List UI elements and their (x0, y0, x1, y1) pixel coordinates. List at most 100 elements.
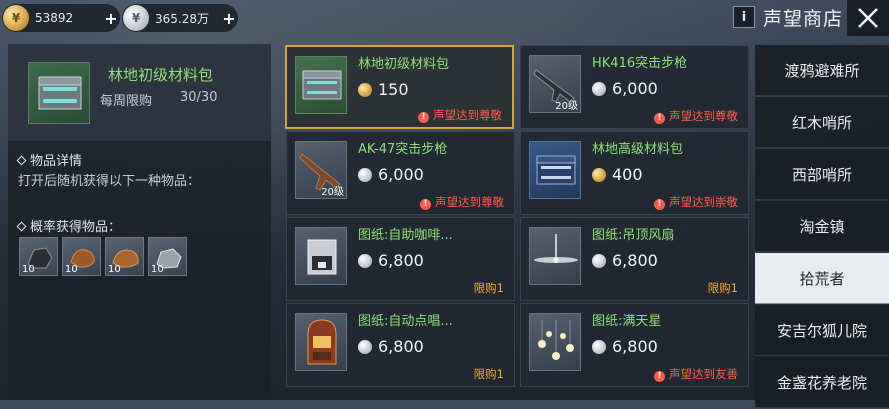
item-card[interactable]: 图纸:吊顶风扇 6,800 限购1 (520, 217, 749, 301)
tab-scavengers[interactable]: 拾荒者 (755, 253, 889, 304)
close-button[interactable] (847, 0, 889, 36)
section-detail-title-text: 物品详情 (30, 154, 83, 169)
drop-qty: 10 (108, 264, 121, 275)
requirement-note: ! 声望达到友善 (654, 366, 738, 382)
item-price: 6,000 (592, 79, 658, 98)
item-name: 图纸:自动点唱... (358, 314, 453, 329)
ceiling-fan-icon (529, 227, 581, 285)
drop-item-ore[interactable]: 10 (19, 237, 58, 276)
section-drops-title-text: 概率获得物品： (30, 220, 122, 235)
silver-value: 365.28万 (155, 11, 209, 26)
warning-icon: ! (654, 113, 665, 124)
item-name: 林地高级材料包 (592, 142, 684, 157)
item-detail-panel: 林地初级材料包 每周限购 30/30 物品详情 打开后随机获得以下一种物品： 概… (8, 44, 271, 400)
item-card[interactable]: 20级 AK-47突击步枪 6,000 ! 声望达到尊敬 (286, 131, 515, 215)
gold-coin-icon (358, 82, 372, 97)
coffee-machine-icon (295, 227, 347, 285)
drop-items-list: 10 10 10 10 (19, 237, 187, 276)
price-value: 6,800 (378, 251, 424, 270)
item-price: 6,000 (358, 165, 424, 184)
item-name: HK416突击步枪 (592, 56, 688, 71)
item-card[interactable]: 林地初级材料包 150 ! 声望达到尊敬 (285, 45, 514, 129)
silver-coin-icon: ¥ (123, 5, 149, 31)
item-card[interactable]: 20级 HK416突击步枪 6,000 ! 声望达到尊敬 (520, 45, 749, 129)
shop-category-tabs: 渡鸦避难所 红木哨所 西部哨所 淘金镇 拾荒者 安吉尔狐儿院 金盏花养老院 (755, 45, 889, 409)
section-drops-title: 概率获得物品： (16, 216, 122, 235)
item-price: 150 (358, 80, 409, 99)
section-detail-title: 物品详情 (16, 150, 83, 169)
price-value: 6,000 (612, 79, 658, 98)
requirement-text: 声望达到友善 (669, 367, 738, 381)
price-value: 400 (612, 165, 643, 184)
price-value: 6,800 (612, 251, 658, 270)
silver-currency-display: ¥ 365.28万 + (122, 4, 238, 32)
tab-gold-town[interactable]: 淘金镇 (755, 201, 889, 252)
purchase-limit-note: 限购1 (473, 367, 504, 381)
material-pack-icon (295, 56, 347, 114)
section-detail-text: 打开后随机获得以下一种物品： (18, 174, 201, 189)
price-value: 6,800 (378, 337, 424, 356)
item-card[interactable]: 林地高级材料包 400 ! 声望达到崇敬 (520, 131, 749, 215)
material-pack-icon (529, 141, 581, 199)
drop-qty: 10 (65, 264, 78, 275)
price-value: 150 (378, 80, 409, 99)
silver-coin-icon (592, 339, 606, 354)
requirement-text: 声望达到尊敬 (435, 195, 504, 209)
warning-icon: ! (418, 112, 429, 123)
drop-item-stone[interactable]: 10 (148, 237, 187, 276)
info-button[interactable]: i (732, 6, 755, 28)
rifle-icon: 20级 (529, 55, 581, 113)
requirement-text: 声望达到崇敬 (669, 195, 738, 209)
item-price: 6,800 (358, 251, 424, 270)
diamond-icon (16, 155, 27, 166)
shop-header: i 声望商店 (732, 2, 843, 32)
gold-currency-display: ¥ 53892 + (2, 4, 120, 32)
item-price: 400 (592, 165, 643, 184)
silver-coin-icon (592, 81, 606, 96)
item-name: AK-47突击步枪 (358, 142, 448, 157)
material-pack-icon (28, 62, 90, 124)
item-name: 图纸:满天星 (592, 314, 662, 329)
item-name: 图纸:自助咖啡... (358, 228, 453, 243)
diamond-icon (16, 221, 27, 232)
warning-icon: ! (654, 199, 665, 210)
tab-angel-orphanage[interactable]: 安吉尔狐儿院 (755, 305, 889, 356)
warning-icon: ! (420, 199, 431, 210)
add-gold-button[interactable]: + (102, 9, 120, 28)
requirement-note: ! 声望达到尊敬 (654, 108, 738, 124)
requirement-note: ! 声望达到尊敬 (418, 107, 502, 123)
drop-item-hide[interactable]: 10 (62, 237, 101, 276)
item-card[interactable]: 图纸:自动点唱... 6,800 限购1 (286, 303, 515, 387)
gold-coin-icon (592, 167, 606, 182)
detail-header: 林地初级材料包 每周限购 30/30 (8, 44, 271, 141)
tab-raven-shelter[interactable]: 渡鸦避难所 (755, 45, 889, 96)
drop-qty: 10 (151, 264, 164, 275)
price-value: 6,000 (378, 165, 424, 184)
item-level: 20级 (321, 187, 344, 198)
drop-item-leather[interactable]: 10 (105, 237, 144, 276)
rifle-icon: 20级 (295, 141, 347, 199)
tab-western-outpost[interactable]: 西部哨所 (755, 149, 889, 200)
tab-redwood-outpost[interactable]: 红木哨所 (755, 97, 889, 148)
item-name: 林地初级材料包 (358, 57, 450, 72)
item-card[interactable]: 图纸:自助咖啡... 6,800 限购1 (286, 217, 515, 301)
purchase-limit-note: 限购1 (707, 281, 738, 295)
add-silver-button[interactable]: + (220, 9, 238, 28)
price-value: 6,800 (612, 337, 658, 356)
detail-limit-label: 每周限购 (100, 94, 153, 109)
requirement-note: ! 声望达到崇敬 (654, 194, 738, 210)
gold-value: 53892 (35, 11, 74, 25)
page-title: 声望商店 (762, 7, 843, 30)
gold-coin-icon: ¥ (3, 5, 29, 31)
tab-marigold-retirement-home[interactable]: 金盏花养老院 (755, 357, 889, 408)
item-card[interactable]: 图纸:满天星 6,800 ! 声望达到友善 (520, 303, 749, 387)
detail-limit-count: 30/30 (180, 90, 218, 105)
string-lights-icon (529, 313, 581, 371)
purchase-limit-note: 限购1 (473, 281, 504, 295)
item-price: 6,800 (592, 337, 658, 356)
item-price: 6,800 (358, 337, 424, 356)
item-price: 6,800 (592, 251, 658, 270)
close-icon (858, 8, 878, 28)
requirement-note: ! 声望达到尊敬 (420, 194, 504, 210)
item-name: 图纸:吊顶风扇 (592, 228, 675, 243)
